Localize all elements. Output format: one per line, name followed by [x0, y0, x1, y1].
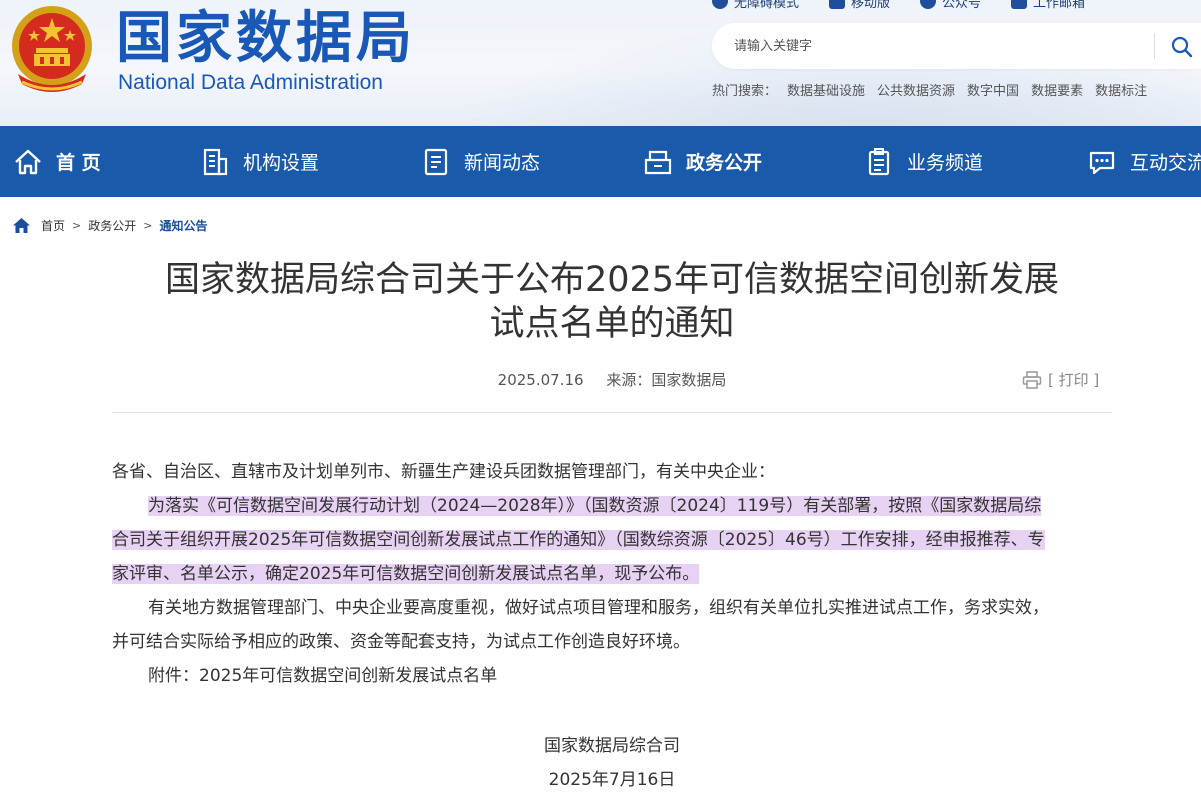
paragraph-1-cont: 合司关于组织开展2025年可信数据空间创新发展试点工作的通知》（国数综资源〔20… [112, 523, 1112, 557]
nav-item-news[interactable]: 新闻动态 [420, 126, 540, 197]
print-button[interactable]: [ 打印 ] [1022, 369, 1099, 390]
breadcrumb-separator: > [72, 219, 82, 232]
mobile-link[interactable]: 移动版 [829, 0, 890, 11]
site-header: 国家数据局 National Data Administration 无障碍模式… [0, 0, 1201, 126]
breadcrumb-home[interactable]: 首页 [41, 217, 65, 234]
email-link[interactable]: 工作邮箱 [1011, 0, 1085, 11]
article-date: 2025.07.16 [497, 371, 584, 389]
breadcrumb-separator: > [143, 219, 153, 232]
paragraph-1: 为落实《可信数据空间发展行动计划（2024—2028年）》（国数资源〔2024〕… [112, 489, 1112, 523]
accessibility-icon [712, 0, 728, 9]
breadcrumb: 首页 > 政务公开 > 通知公告 [12, 217, 207, 234]
hot-search-item[interactable]: 数据标注 [1095, 80, 1147, 99]
paragraph-1-cont: 家评审、名单公示，确定2025年可信数据空间创新发展试点名单，现予公布。 [112, 557, 1112, 591]
email-icon [1011, 0, 1028, 9]
signature-date: 2025年7月16日 [548, 770, 676, 790]
document-icon [424, 148, 448, 175]
paragraph-2-cont: 并可结合实际给予相应的政策、资金等配套支持，为试点工作创造良好环境。 [112, 632, 690, 652]
chat-icon [1089, 151, 1115, 174]
search-box [712, 23, 1201, 69]
printer-icon [1022, 370, 1042, 389]
title-divider [112, 412, 1112, 413]
breadcrumb-current[interactable]: 通知公告 [159, 217, 207, 234]
home-icon [15, 149, 41, 174]
hot-search-item[interactable]: 数字中国 [967, 80, 1019, 99]
top-links: 无障碍模式 移动版 公众号 工作邮箱 [712, 0, 1115, 11]
salutation: 各省、自治区、直辖市及计划单列市、新疆生产建设兵团数据管理部门，有关中央企业： [112, 462, 775, 482]
nav-item-business[interactable]: 业务频道 [863, 126, 983, 197]
highlighted-text: 家评审、名单公示，确定2025年可信数据空间创新发展试点名单，现予公布。 [112, 564, 700, 584]
wechat-link[interactable]: 公众号 [920, 0, 981, 11]
national-emblem-icon [12, 6, 92, 92]
site-name-cn: 国家数据局 [116, 6, 416, 71]
signature-org: 国家数据局综合司 [544, 736, 680, 756]
hot-search-item[interactable]: 公共数据资源 [877, 80, 955, 99]
nav-item-organization[interactable]: 机构设置 [199, 126, 319, 197]
article-body: 各省、自治区、直辖市及计划单列市、新疆生产建设兵团数据管理部门，有关中央企业： … [112, 455, 1112, 693]
article-source: 来源：国家数据局 [606, 371, 727, 389]
article-title: 国家数据局综合司关于公布2025年可信数据空间创新发展 试点名单的通知 [164, 260, 1060, 344]
hot-search-item[interactable]: 数据基础设施 [787, 80, 865, 99]
main-nav: 首 页 机构设置 新闻动态 政务公开 业务频道 互动交流 [0, 126, 1201, 197]
paragraph-2: 有关地方数据管理部门、中央企业要高度重视，做好试点项目管理和服务，组织有关单位扎… [148, 598, 1049, 618]
nav-item-home[interactable]: 首 页 [12, 126, 101, 197]
highlighted-text: 为落实《可信数据空间发展行动计划（2024—2028年）》（国数资源〔2024〕… [148, 496, 1042, 516]
breadcrumb-government-affairs[interactable]: 政务公开 [88, 217, 136, 234]
search-input[interactable] [734, 36, 1134, 56]
hot-search-label: 热门搜索： [712, 84, 778, 99]
open-box-icon [644, 150, 672, 174]
wechat-icon [920, 0, 937, 9]
article-meta: 2025.07.16 来源：国家数据局 [112, 369, 1112, 390]
highlighted-text: 合司关于组织开展2025年可信数据空间创新发展试点工作的通知》（国数综资源〔20… [112, 530, 1045, 550]
home-icon[interactable] [12, 217, 31, 234]
accessibility-link[interactable]: 无障碍模式 [712, 0, 799, 11]
search-icon[interactable] [1170, 35, 1194, 59]
hot-search-item[interactable]: 数据要素 [1031, 80, 1083, 99]
attachment-line[interactable]: 附件：2025年可信数据空间创新发展试点名单 [112, 659, 1112, 693]
hot-search: 热门搜索： 数据基础设施 公共数据资源 数字中国 数据要素 数据标注 [712, 80, 1159, 99]
clipboard-icon [868, 147, 890, 175]
building-icon [203, 148, 228, 175]
nav-item-government-affairs[interactable]: 政务公开 [642, 126, 762, 197]
site-name-en: National Data Administration [118, 71, 383, 94]
search-divider [1154, 33, 1155, 59]
nav-item-interaction[interactable]: 互动交流 [1086, 126, 1201, 197]
mobile-icon [829, 0, 846, 9]
